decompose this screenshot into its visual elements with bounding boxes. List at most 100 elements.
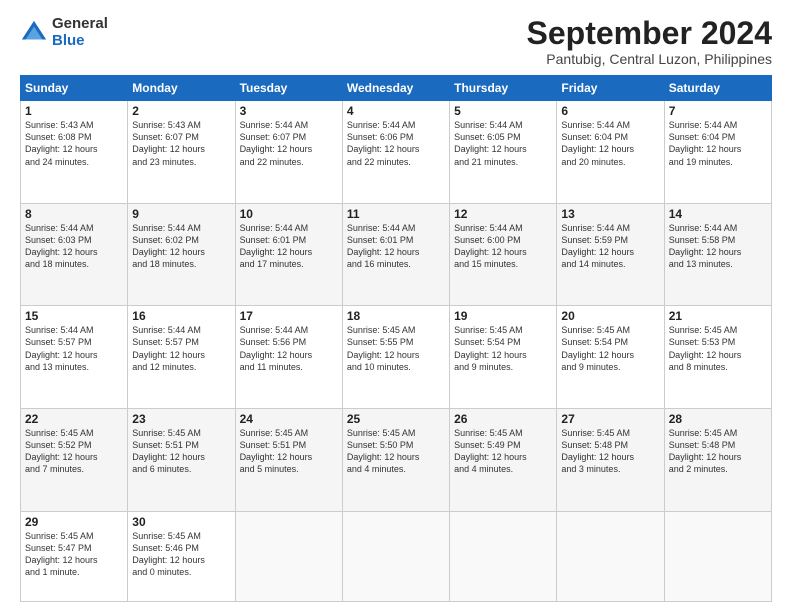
calendar-cell: 16Sunrise: 5:44 AM Sunset: 5:57 PM Dayli… [128, 306, 235, 409]
day-number: 24 [240, 412, 338, 426]
calendar-cell: 7Sunrise: 5:44 AM Sunset: 6:04 PM Daylig… [664, 101, 771, 204]
day-info: Sunrise: 5:44 AM Sunset: 5:57 PM Dayligh… [132, 324, 230, 373]
day-info: Sunrise: 5:44 AM Sunset: 5:56 PM Dayligh… [240, 324, 338, 373]
day-number: 12 [454, 207, 552, 221]
weekday-header-friday: Friday [557, 76, 664, 101]
logo-text: General Blue [52, 16, 108, 49]
day-number: 4 [347, 104, 445, 118]
calendar-cell: 6Sunrise: 5:44 AM Sunset: 6:04 PM Daylig… [557, 101, 664, 204]
day-number: 30 [132, 515, 230, 529]
day-number: 17 [240, 309, 338, 323]
day-info: Sunrise: 5:44 AM Sunset: 6:07 PM Dayligh… [240, 119, 338, 168]
title-block: September 2024 Pantubig, Central Luzon, … [527, 16, 772, 67]
day-number: 20 [561, 309, 659, 323]
calendar-week-5: 29Sunrise: 5:45 AM Sunset: 5:47 PM Dayli… [21, 511, 772, 602]
day-info: Sunrise: 5:45 AM Sunset: 5:48 PM Dayligh… [669, 427, 767, 476]
day-number: 29 [25, 515, 123, 529]
calendar-cell: 21Sunrise: 5:45 AM Sunset: 5:53 PM Dayli… [664, 306, 771, 409]
day-info: Sunrise: 5:45 AM Sunset: 5:47 PM Dayligh… [25, 530, 123, 579]
calendar-cell: 10Sunrise: 5:44 AM Sunset: 6:01 PM Dayli… [235, 203, 342, 306]
calendar-cell [342, 511, 449, 602]
calendar-cell: 5Sunrise: 5:44 AM Sunset: 6:05 PM Daylig… [450, 101, 557, 204]
calendar-cell: 4Sunrise: 5:44 AM Sunset: 6:06 PM Daylig… [342, 101, 449, 204]
day-number: 7 [669, 104, 767, 118]
day-info: Sunrise: 5:44 AM Sunset: 6:04 PM Dayligh… [561, 119, 659, 168]
day-info: Sunrise: 5:44 AM Sunset: 6:00 PM Dayligh… [454, 222, 552, 271]
calendar-cell: 11Sunrise: 5:44 AM Sunset: 6:01 PM Dayli… [342, 203, 449, 306]
day-info: Sunrise: 5:44 AM Sunset: 5:57 PM Dayligh… [25, 324, 123, 373]
day-info: Sunrise: 5:44 AM Sunset: 6:03 PM Dayligh… [25, 222, 123, 271]
day-number: 16 [132, 309, 230, 323]
day-number: 8 [25, 207, 123, 221]
day-number: 25 [347, 412, 445, 426]
day-number: 13 [561, 207, 659, 221]
day-info: Sunrise: 5:45 AM Sunset: 5:48 PM Dayligh… [561, 427, 659, 476]
day-info: Sunrise: 5:43 AM Sunset: 6:07 PM Dayligh… [132, 119, 230, 168]
calendar-cell: 15Sunrise: 5:44 AM Sunset: 5:57 PM Dayli… [21, 306, 128, 409]
day-number: 19 [454, 309, 552, 323]
calendar-cell: 25Sunrise: 5:45 AM Sunset: 5:50 PM Dayli… [342, 408, 449, 511]
day-number: 2 [132, 104, 230, 118]
day-number: 9 [132, 207, 230, 221]
day-number: 18 [347, 309, 445, 323]
calendar-cell [450, 511, 557, 602]
month-title: September 2024 [527, 16, 772, 51]
calendar-cell [235, 511, 342, 602]
calendar-cell: 26Sunrise: 5:45 AM Sunset: 5:49 PM Dayli… [450, 408, 557, 511]
calendar-cell: 18Sunrise: 5:45 AM Sunset: 5:55 PM Dayli… [342, 306, 449, 409]
day-info: Sunrise: 5:45 AM Sunset: 5:53 PM Dayligh… [669, 324, 767, 373]
day-info: Sunrise: 5:44 AM Sunset: 6:05 PM Dayligh… [454, 119, 552, 168]
calendar-cell: 28Sunrise: 5:45 AM Sunset: 5:48 PM Dayli… [664, 408, 771, 511]
calendar-cell: 8Sunrise: 5:44 AM Sunset: 6:03 PM Daylig… [21, 203, 128, 306]
calendar-week-3: 15Sunrise: 5:44 AM Sunset: 5:57 PM Dayli… [21, 306, 772, 409]
day-info: Sunrise: 5:44 AM Sunset: 6:01 PM Dayligh… [240, 222, 338, 271]
day-number: 3 [240, 104, 338, 118]
day-info: Sunrise: 5:44 AM Sunset: 5:59 PM Dayligh… [561, 222, 659, 271]
calendar-cell: 24Sunrise: 5:45 AM Sunset: 5:51 PM Dayli… [235, 408, 342, 511]
calendar-cell: 17Sunrise: 5:44 AM Sunset: 5:56 PM Dayli… [235, 306, 342, 409]
calendar-cell: 29Sunrise: 5:45 AM Sunset: 5:47 PM Dayli… [21, 511, 128, 602]
calendar-cell: 12Sunrise: 5:44 AM Sunset: 6:00 PM Dayli… [450, 203, 557, 306]
day-info: Sunrise: 5:45 AM Sunset: 5:55 PM Dayligh… [347, 324, 445, 373]
calendar-cell: 19Sunrise: 5:45 AM Sunset: 5:54 PM Dayli… [450, 306, 557, 409]
day-info: Sunrise: 5:44 AM Sunset: 6:02 PM Dayligh… [132, 222, 230, 271]
day-number: 1 [25, 104, 123, 118]
logo-general-text: General [52, 16, 108, 33]
calendar-cell: 13Sunrise: 5:44 AM Sunset: 5:59 PM Dayli… [557, 203, 664, 306]
weekday-header-monday: Monday [128, 76, 235, 101]
calendar-cell: 30Sunrise: 5:45 AM Sunset: 5:46 PM Dayli… [128, 511, 235, 602]
logo-icon [20, 19, 48, 47]
calendar-cell: 2Sunrise: 5:43 AM Sunset: 6:07 PM Daylig… [128, 101, 235, 204]
day-number: 28 [669, 412, 767, 426]
day-info: Sunrise: 5:44 AM Sunset: 6:01 PM Dayligh… [347, 222, 445, 271]
calendar-cell: 27Sunrise: 5:45 AM Sunset: 5:48 PM Dayli… [557, 408, 664, 511]
calendar-cell: 3Sunrise: 5:44 AM Sunset: 6:07 PM Daylig… [235, 101, 342, 204]
day-number: 22 [25, 412, 123, 426]
header: General Blue September 2024 Pantubig, Ce… [20, 16, 772, 67]
day-info: Sunrise: 5:45 AM Sunset: 5:52 PM Dayligh… [25, 427, 123, 476]
day-info: Sunrise: 5:45 AM Sunset: 5:51 PM Dayligh… [132, 427, 230, 476]
calendar-table: SundayMondayTuesdayWednesdayThursdayFrid… [20, 75, 772, 602]
day-info: Sunrise: 5:45 AM Sunset: 5:54 PM Dayligh… [454, 324, 552, 373]
day-info: Sunrise: 5:45 AM Sunset: 5:54 PM Dayligh… [561, 324, 659, 373]
day-number: 11 [347, 207, 445, 221]
day-info: Sunrise: 5:43 AM Sunset: 6:08 PM Dayligh… [25, 119, 123, 168]
calendar-cell: 1Sunrise: 5:43 AM Sunset: 6:08 PM Daylig… [21, 101, 128, 204]
day-number: 5 [454, 104, 552, 118]
day-number: 10 [240, 207, 338, 221]
calendar-body: 1Sunrise: 5:43 AM Sunset: 6:08 PM Daylig… [21, 101, 772, 602]
day-number: 6 [561, 104, 659, 118]
calendar-week-1: 1Sunrise: 5:43 AM Sunset: 6:08 PM Daylig… [21, 101, 772, 204]
calendar-cell: 23Sunrise: 5:45 AM Sunset: 5:51 PM Dayli… [128, 408, 235, 511]
calendar-week-4: 22Sunrise: 5:45 AM Sunset: 5:52 PM Dayli… [21, 408, 772, 511]
location: Pantubig, Central Luzon, Philippines [527, 51, 772, 67]
day-info: Sunrise: 5:44 AM Sunset: 5:58 PM Dayligh… [669, 222, 767, 271]
calendar-header: SundayMondayTuesdayWednesdayThursdayFrid… [21, 76, 772, 101]
weekday-header-saturday: Saturday [664, 76, 771, 101]
weekday-header-thursday: Thursday [450, 76, 557, 101]
day-info: Sunrise: 5:45 AM Sunset: 5:50 PM Dayligh… [347, 427, 445, 476]
day-number: 23 [132, 412, 230, 426]
day-info: Sunrise: 5:44 AM Sunset: 6:06 PM Dayligh… [347, 119, 445, 168]
day-info: Sunrise: 5:45 AM Sunset: 5:46 PM Dayligh… [132, 530, 230, 579]
day-number: 14 [669, 207, 767, 221]
